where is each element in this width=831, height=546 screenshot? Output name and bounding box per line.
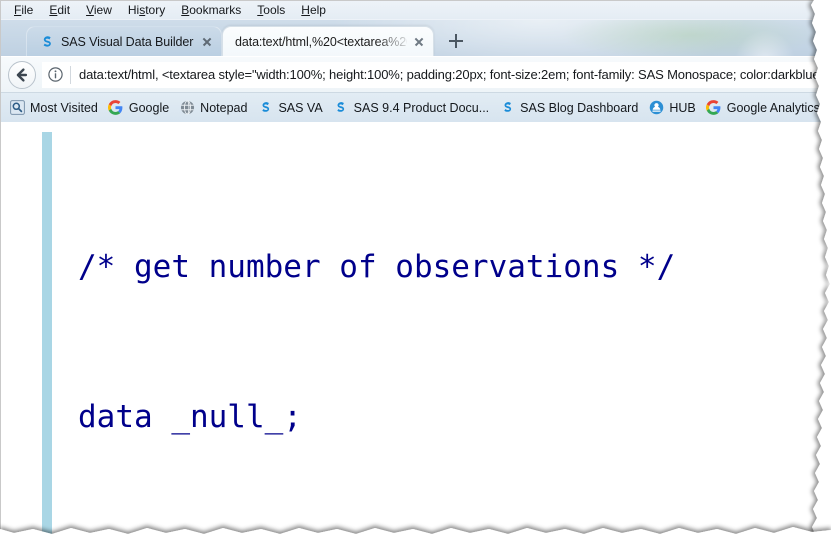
menu-item-help[interactable]: Help — [293, 1, 334, 20]
bookmark-label: Google — [128, 100, 170, 115]
sas-logo-icon — [499, 100, 515, 116]
bookmark-dat[interactable]: Dat — [826, 98, 831, 118]
bookmark-sas-blog-dashboard[interactable]: SAS Blog Dashboard — [495, 98, 644, 118]
tab-sas-visual-data-builder[interactable]: SAS Visual Data Builder — [26, 26, 222, 56]
bookmark-sas-va[interactable]: SAS VA — [253, 98, 328, 118]
code-line: /* get number of observations */ — [78, 249, 676, 285]
bookmark-notepad[interactable]: Notepad — [175, 98, 253, 118]
bookmark-sas-94-product-doc[interactable]: SAS 9.4 Product Docu... — [329, 98, 496, 118]
menu-item-tools[interactable]: Tools — [249, 1, 293, 20]
browser-chrome: File Edit View History Bookmarks Tools H… — [0, 0, 831, 122]
bookmarks-bar: Most Visited Google Notepad SAS VA SAS 9… — [0, 92, 831, 122]
hub-icon — [648, 100, 664, 116]
browser-screenshot: File Edit View History Bookmarks Tools H… — [0, 0, 831, 546]
menu-item-edit[interactable]: Edit — [41, 1, 78, 20]
most-visited-icon — [9, 100, 25, 116]
close-icon[interactable] — [199, 34, 215, 50]
bookmark-label: SAS VA — [278, 100, 323, 115]
new-tab-button[interactable] — [444, 30, 468, 52]
code-line: call symputx('n',i); — [78, 542, 831, 546]
menu-item-tools-label: ools — [263, 2, 286, 17]
code-line: data _null_; — [78, 399, 302, 435]
back-arrow-icon[interactable] — [8, 60, 36, 89]
menu-item-edit-label: dit — [57, 2, 71, 17]
menu-item-bookmarks[interactable]: Bookmarks — [173, 1, 249, 20]
tab-data-text-html[interactable]: data:text/html,%20<textarea%20s — [222, 26, 434, 56]
bookmark-google-analytics[interactable]: Google Analytics — [702, 98, 826, 118]
bookmark-most-visited[interactable]: Most Visited — [5, 98, 104, 118]
url-bar[interactable]: data:text/html, <textarea style="width:1… — [42, 61, 831, 88]
tab-title-inactive: SAS Visual Data Builder — [61, 34, 194, 49]
menu-item-help-label: elp — [309, 2, 326, 17]
bookmark-label: SAS 9.4 Product Docu... — [353, 100, 490, 115]
bookmark-label: SAS Blog Dashboard — [520, 100, 639, 115]
menu-item-bookmarks-label: ookmarks — [189, 2, 242, 17]
menu-item-file-label: ile — [21, 2, 34, 17]
menu-item-file[interactable]: File — [6, 1, 41, 20]
page-info-icon[interactable] — [42, 62, 68, 88]
url-input[interactable]: data:text/html, <textarea style="width:1… — [79, 67, 831, 82]
page-viewport: /* get number of observations */ data _n… — [0, 122, 831, 546]
code-textarea[interactable]: /* get number of observations */ data _n… — [42, 132, 831, 546]
globe-icon — [179, 100, 195, 116]
sas-logo-icon — [257, 100, 273, 116]
close-icon[interactable] — [411, 34, 427, 50]
menu-item-view[interactable]: View — [78, 1, 120, 20]
menu-item-view-label: iew — [93, 2, 112, 17]
url-divider — [70, 65, 71, 84]
google-icon — [706, 100, 722, 116]
bookmark-label: HUB — [669, 100, 696, 115]
menu-bar: File Edit View History Bookmarks Tools H… — [0, 0, 831, 20]
google-icon — [108, 100, 124, 116]
bookmark-label: Most Visited — [30, 100, 98, 115]
tab-title-active: data:text/html,%20<textarea%20s — [235, 34, 407, 49]
menu-item-history-label: tory — [145, 2, 166, 17]
menu-item-history[interactable]: History — [120, 1, 173, 20]
bookmark-label: Google Analytics — [726, 100, 820, 115]
sas-logo-icon — [333, 100, 349, 116]
bookmark-google[interactable]: Google — [104, 98, 175, 118]
bookmark-label: Notepad — [200, 100, 248, 115]
tab-strip: SAS Visual Data Builder data:text/html,%… — [0, 20, 831, 56]
navigation-bar: data:text/html, <textarea style="width:1… — [0, 56, 831, 92]
sas-code-block: /* get number of observations */ data _n… — [78, 142, 831, 546]
sas-logo-icon — [39, 34, 55, 50]
bookmark-hub[interactable]: HUB — [644, 98, 701, 118]
